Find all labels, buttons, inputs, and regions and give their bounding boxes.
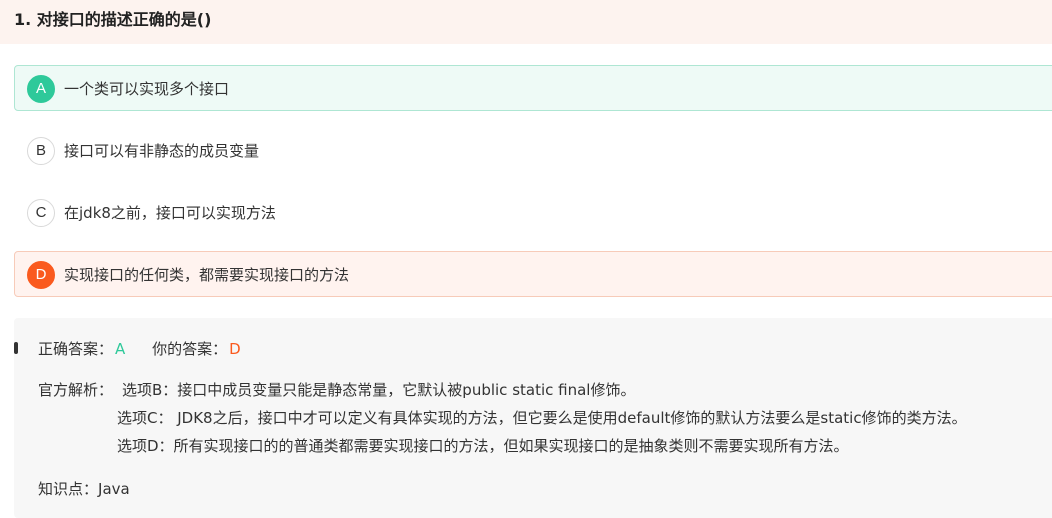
your-answer-label: 你的答案： (152, 340, 228, 358)
correct-answer-value: A (115, 340, 126, 358)
option-c-badge: C (27, 199, 55, 227)
option-c[interactable]: C 在jdk8之前，接口可以实现方法 (14, 189, 1052, 235)
correct-answer-label: 正确答案： (38, 340, 114, 358)
knowledge-label: 知识点： (38, 480, 99, 498)
option-d-label: 实现接口的任何类，都需要实现接口的方法 (64, 266, 350, 284)
question-header: 1. 对接口的描述正确的是() (0, 0, 1052, 44)
analysis-line-d: 选项D：所有实现接口的的普通类都需要实现接口的方法，但如果实现接口的是抽象类则不… (117, 437, 849, 455)
analysis-line-b: 选项B：接口中成员变量只能是静态常量，它默认被public static fin… (122, 381, 636, 399)
option-d-badge: D (27, 261, 55, 289)
option-d[interactable]: D 实现接口的任何类，都需要实现接口的方法 (14, 251, 1052, 297)
question-title: 1. 对接口的描述正确的是() (14, 10, 212, 29)
option-b-badge: B (27, 137, 55, 165)
option-a[interactable]: A 一个类可以实现多个接口 (14, 65, 1052, 111)
answer-row: 正确答案： A 你的答案： D (38, 338, 241, 360)
knowledge-value: Java (98, 480, 130, 498)
option-b-label: 接口可以有非静态的成员变量 (64, 142, 260, 160)
panel-marker (14, 342, 18, 354)
option-a-label: 一个类可以实现多个接口 (64, 80, 230, 98)
analysis-line-c: 选项C： JDK8之后，接口中才可以定义有具体实现的方法，但它要么是使用defa… (117, 409, 967, 427)
knowledge-row: 知识点：Java (38, 478, 130, 500)
your-answer-value: D (229, 340, 241, 358)
analysis-label: 官方解析： (38, 381, 114, 399)
option-a-badge: A (27, 75, 55, 103)
option-c-label: 在jdk8之前，接口可以实现方法 (64, 204, 276, 222)
option-b[interactable]: B 接口可以有非静态的成员变量 (14, 127, 1052, 173)
